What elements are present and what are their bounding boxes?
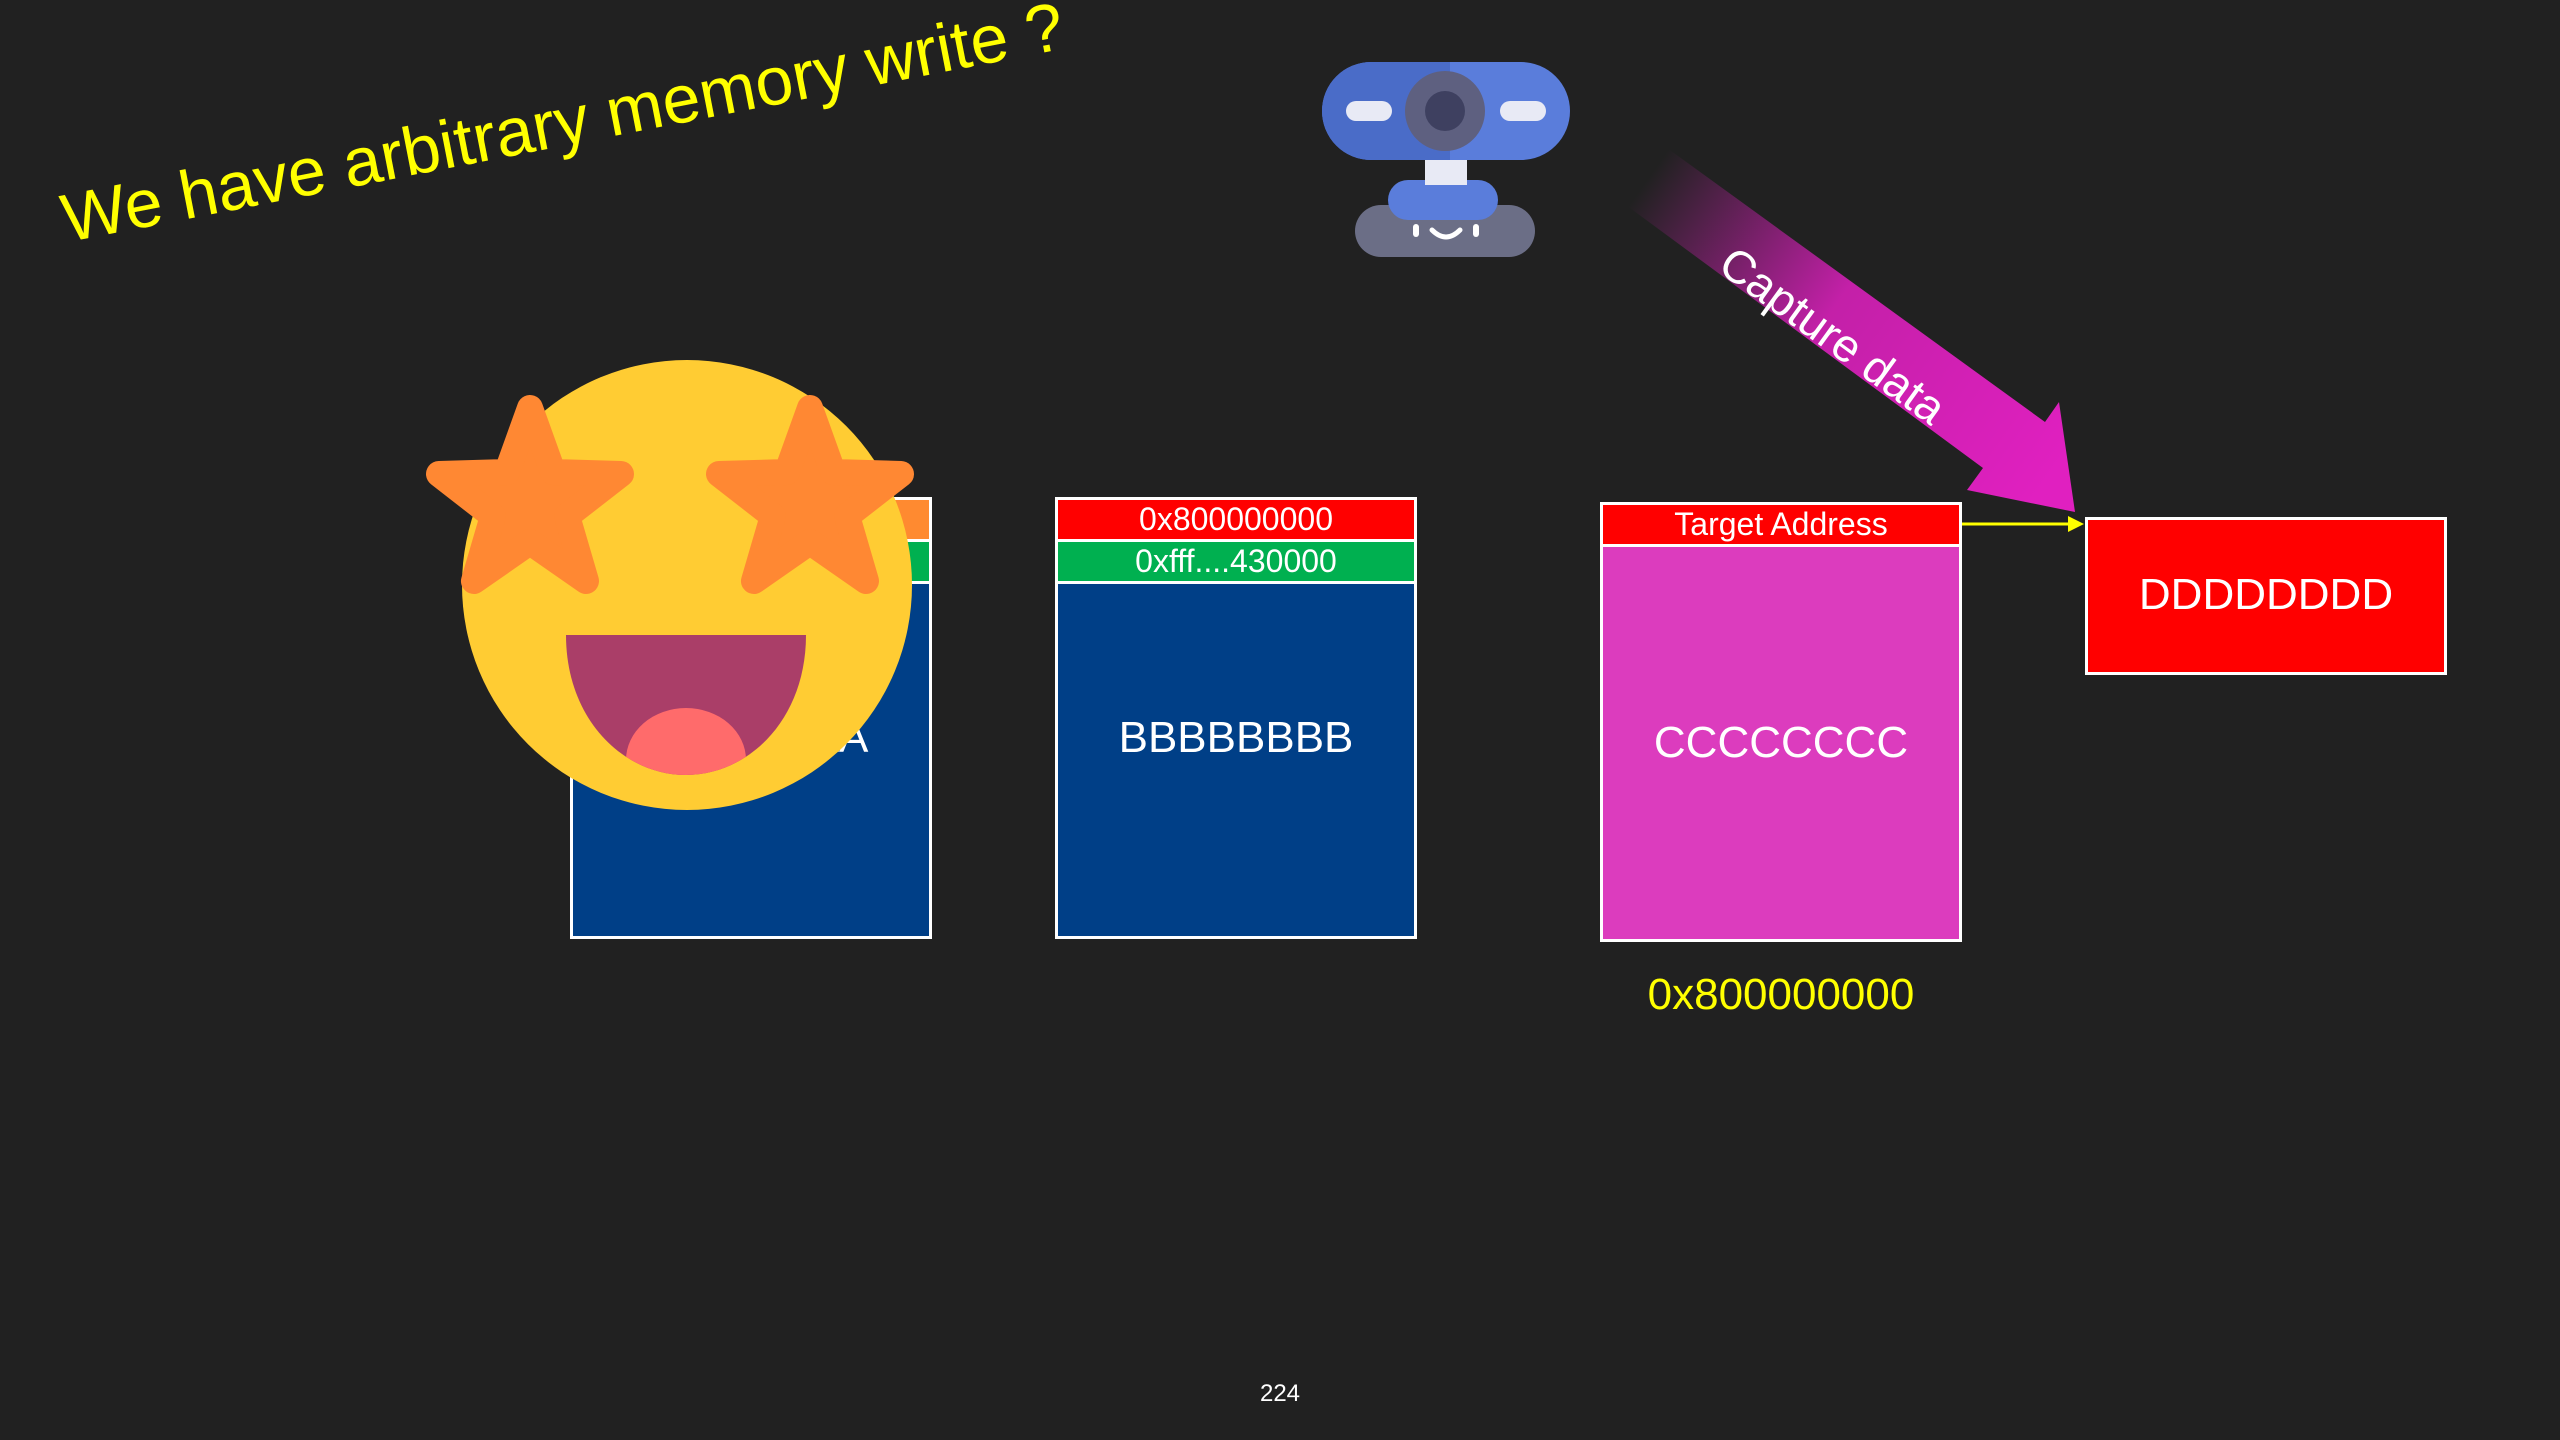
slide: We have arbitrary memory write ? AAAAAAA… bbox=[0, 0, 2560, 1440]
page-number: 224 bbox=[1259, 1380, 1301, 1407]
star-struck-emoji-icon bbox=[426, 360, 914, 810]
diagram-graphics: Capture data bbox=[426, 62, 2084, 810]
capture-data-arrow: Capture data bbox=[1615, 140, 2075, 512]
webcam-icon bbox=[1322, 62, 1570, 257]
pointer-arrow bbox=[1962, 516, 2084, 532]
